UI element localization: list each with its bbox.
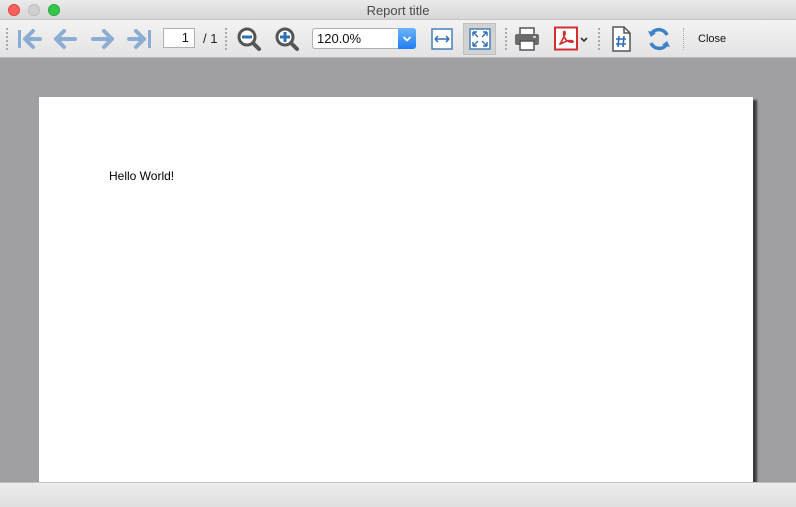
zoom-in-icon	[274, 26, 300, 52]
report-page: Hello World!	[39, 97, 753, 482]
fit-page-button[interactable]	[463, 23, 496, 55]
last-page-icon	[127, 27, 153, 51]
zoom-select[interactable]: 120.0%	[312, 28, 416, 49]
toolbar-separator	[225, 28, 227, 50]
export-pdf-icon	[552, 26, 590, 52]
page-number-input[interactable]: 1	[163, 28, 195, 48]
zoom-value: 120.0%	[317, 31, 362, 46]
status-bar	[0, 482, 796, 507]
next-page-icon	[90, 27, 116, 51]
page-setup-icon	[610, 26, 632, 52]
zoom-out-icon	[236, 26, 262, 52]
toolbar-separator	[683, 28, 684, 50]
page-setup-button[interactable]	[607, 25, 635, 53]
first-page-button[interactable]	[15, 25, 43, 53]
toolbar: 1 / 1 120.0% Close	[0, 20, 796, 58]
refresh-button[interactable]	[645, 25, 673, 53]
previous-page-button[interactable]	[51, 25, 79, 53]
window-title: Report title	[366, 3, 430, 18]
print-icon	[513, 26, 541, 52]
print-button[interactable]	[513, 25, 541, 53]
previous-page-icon	[52, 27, 78, 51]
zoom-in-button[interactable]	[273, 25, 301, 53]
report-viewer[interactable]: Hello World!	[0, 58, 796, 482]
fit-page-icon	[468, 28, 491, 50]
last-page-button[interactable]	[126, 25, 154, 53]
next-page-button[interactable]	[89, 25, 117, 53]
page-total-label: / 1	[203, 31, 218, 46]
close-button[interactable]: Close	[698, 33, 726, 45]
page-text: Hello World!	[109, 169, 175, 183]
toolbar-separator	[6, 28, 8, 50]
fit-width-button[interactable]	[428, 25, 456, 53]
toolbar-separator	[505, 28, 507, 50]
refresh-icon	[646, 26, 672, 52]
chevron-down-icon[interactable]	[398, 28, 416, 49]
fit-width-icon	[431, 28, 453, 50]
first-page-icon	[16, 27, 42, 51]
export-pdf-button[interactable]	[552, 25, 590, 53]
toolbar-separator	[598, 28, 600, 50]
zoom-out-button[interactable]	[235, 25, 263, 53]
title-bar: Report title	[0, 0, 796, 20]
